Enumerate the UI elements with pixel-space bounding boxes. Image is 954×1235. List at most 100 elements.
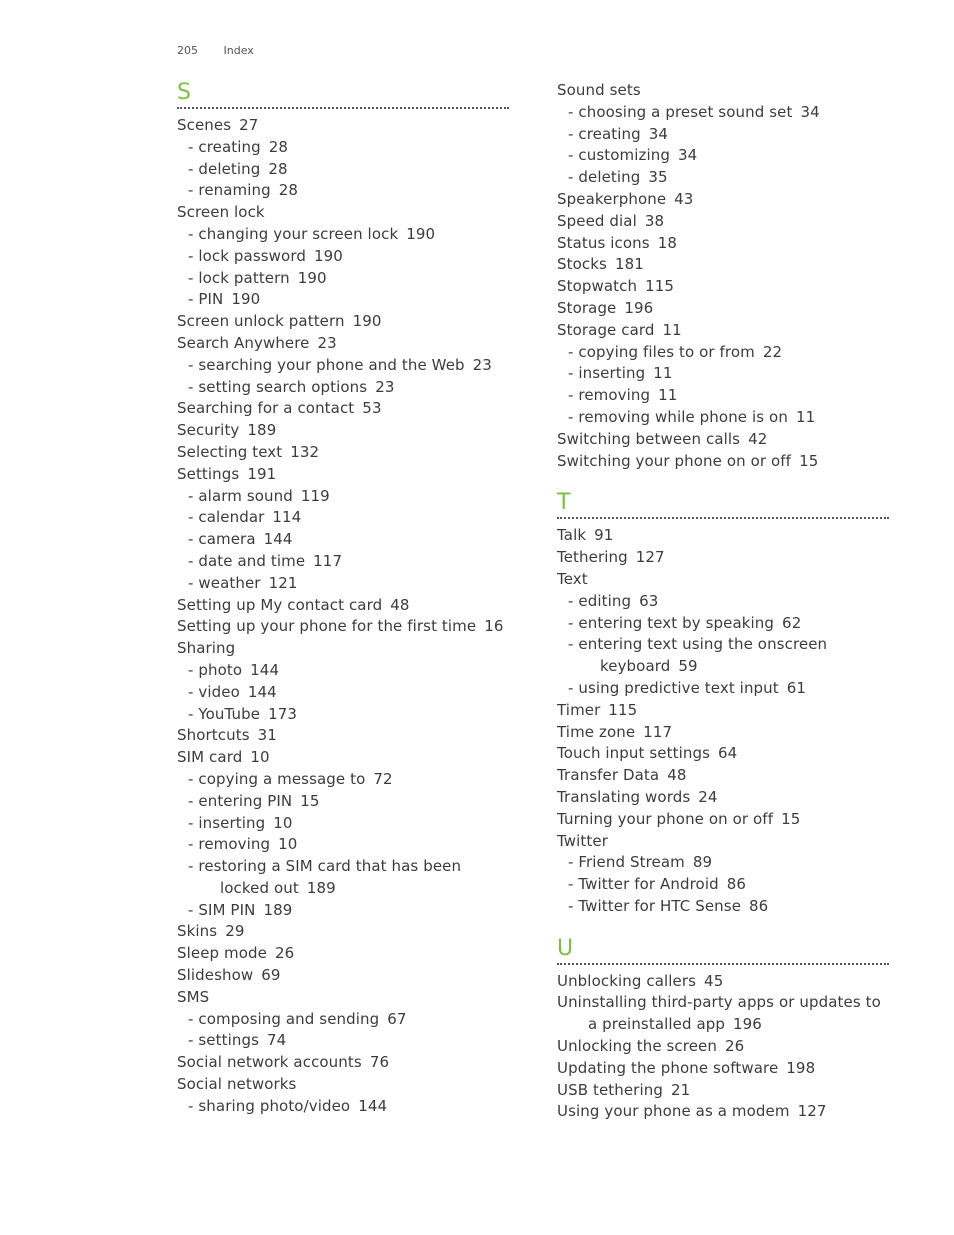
index-subentry: - creating 34 xyxy=(557,124,889,146)
page-reference: 15 xyxy=(799,451,819,470)
index-section: S Scenes 27- creating 28- deleting 28- renam… xyxy=(177,80,509,1118)
entry-term: - SIM PIN xyxy=(188,900,256,919)
entry-term: Social networks xyxy=(177,1075,297,1094)
index-subentry: - weather 121 xyxy=(177,573,509,595)
page-reference: 127 xyxy=(797,1102,827,1121)
index-entry: Sound sets xyxy=(557,80,889,102)
index-subentry: - calendar 114 xyxy=(177,507,509,529)
entry-term: Status icons xyxy=(557,233,650,252)
header-title: Index xyxy=(223,44,254,57)
entry-term: - deleting xyxy=(568,168,641,187)
index-entry: Touch input settings 64 xyxy=(557,743,889,765)
page-reference: 189 xyxy=(247,421,277,440)
entry-continuation: keyboard 59 xyxy=(568,656,889,678)
index-entry: Timer 115 xyxy=(557,700,889,722)
entry-term: Social network accounts xyxy=(177,1053,362,1072)
entry-term: - video xyxy=(188,682,240,701)
entry-term: Searching for a contact xyxy=(177,399,355,418)
index-column-right: Sound sets - choosing a preset sound set 3… xyxy=(557,80,889,1141)
index-subentry: - YouTube 173 xyxy=(177,704,509,726)
entry-term: Stocks xyxy=(557,255,607,274)
page-reference: 16 xyxy=(484,617,504,636)
index-entry: Skins 29 xyxy=(177,921,509,943)
page-reference: 190 xyxy=(297,268,327,287)
entry-term: Turning your phone on or off xyxy=(557,809,774,828)
index-entry: Speed dial 38 xyxy=(557,211,889,233)
entry-term: - removing xyxy=(188,835,271,854)
entry-term: Text xyxy=(557,569,588,588)
entry-term: Transfer Data xyxy=(557,766,660,785)
index-entry: Twitter xyxy=(557,831,889,853)
entry-term: Uninstalling third-party apps or updates… xyxy=(557,993,881,1012)
entry-term: Timer xyxy=(557,700,601,719)
entry-term: Translating words xyxy=(557,787,691,806)
index-subentry: - changing your screen lock 190 xyxy=(177,224,509,246)
index-entry: Status icons 18 xyxy=(557,233,889,255)
index-section: Sound sets - choosing a preset sound set 3… xyxy=(557,80,889,472)
index-entry: Transfer Data 48 xyxy=(557,765,889,787)
entry-continuation-text: locked out xyxy=(220,878,299,897)
page-header: 205 Index xyxy=(177,44,254,57)
page-reference: 173 xyxy=(268,704,298,723)
entry-term: - setting search options xyxy=(188,377,368,396)
entry-term: - customizing xyxy=(568,146,670,165)
index-subentry: - inserting 10 xyxy=(177,813,509,835)
page-reference: 28 xyxy=(268,159,288,178)
entry-term: Scenes xyxy=(177,116,232,134)
index-column-left: S Scenes 27- creating 28- deleting 28- renam… xyxy=(177,80,509,1136)
entry-term: - weather xyxy=(188,573,261,592)
index-subentry: - composing and sending 67 xyxy=(177,1009,509,1031)
page-reference: 196 xyxy=(624,298,654,317)
entry-term: Tethering xyxy=(557,548,628,567)
index-subentry: - sharing photo/video 144 xyxy=(177,1096,509,1118)
entry-term: SMS xyxy=(177,987,210,1006)
entry-term: - Twitter for Android xyxy=(568,875,719,894)
index-subentry: - editing 63 xyxy=(557,591,889,613)
page-reference: 43 xyxy=(674,189,694,208)
page-reference: 115 xyxy=(645,277,675,296)
index-entry: Selecting text 132 xyxy=(177,442,509,464)
index-entry: Speakerphone 43 xyxy=(557,189,889,211)
page-reference: 53 xyxy=(362,399,382,418)
page-reference: 27 xyxy=(239,116,259,134)
index-subentry: - removing 10 xyxy=(177,834,509,856)
index-entry: Setting up your phone for the first time… xyxy=(177,616,509,638)
page-reference: 117 xyxy=(313,551,343,570)
index-subentry: - PIN 190 xyxy=(177,289,509,311)
page-reference: 181 xyxy=(614,255,644,274)
page-reference: 144 xyxy=(263,530,293,549)
index-subentry: - removing while phone is on 11 xyxy=(557,407,889,429)
index-entry: Sharing xyxy=(177,638,509,660)
index-subentry: - restoring a SIM card that has been lock… xyxy=(177,856,509,900)
index-subentry: - photo 144 xyxy=(177,660,509,682)
page-reference: 45 xyxy=(704,971,724,990)
page-reference: 144 xyxy=(247,682,277,701)
entry-term: Storage card xyxy=(557,320,655,339)
entry-term: Unlocking the screen xyxy=(557,1037,717,1056)
page-reference: 21 xyxy=(670,1080,691,1099)
page-reference: 23 xyxy=(317,333,337,352)
index-entry: Using your phone as a modem 127 xyxy=(557,1101,889,1123)
section-letter-heading: U xyxy=(557,936,889,965)
entry-term: - lock pattern xyxy=(188,268,290,287)
index-entry: Settings 191 xyxy=(177,464,509,486)
entry-term: - copying a message to xyxy=(188,769,366,788)
entry-term: Talk xyxy=(557,526,587,545)
entry-term: - editing xyxy=(568,591,632,610)
entry-term: - choosing a preset sound set xyxy=(568,102,793,121)
index-subentry: - entering text using the onscreen keyboa… xyxy=(557,634,889,678)
entry-term: SIM card xyxy=(177,748,243,767)
entry-term: Time zone xyxy=(557,722,636,741)
index-section: T Talk 91 Tethering 127 Text - editing 63 - ente… xyxy=(557,490,889,917)
page-reference: 69 xyxy=(261,966,281,985)
entry-term: - date and time xyxy=(188,551,306,570)
page-reference: 38 xyxy=(644,211,665,230)
index-entry: Sleep mode 26 xyxy=(177,943,509,965)
page-reference: 190 xyxy=(406,224,436,243)
index-entry: Uninstalling third-party apps or updates… xyxy=(557,992,889,1036)
index-entry: Screen unlock pattern 190 xyxy=(177,311,509,333)
index-entry: Search Anywhere 23 xyxy=(177,333,509,355)
section-letter-heading: T xyxy=(557,490,889,520)
page-reference: 198 xyxy=(786,1058,816,1077)
page-reference: 10 xyxy=(273,813,293,832)
